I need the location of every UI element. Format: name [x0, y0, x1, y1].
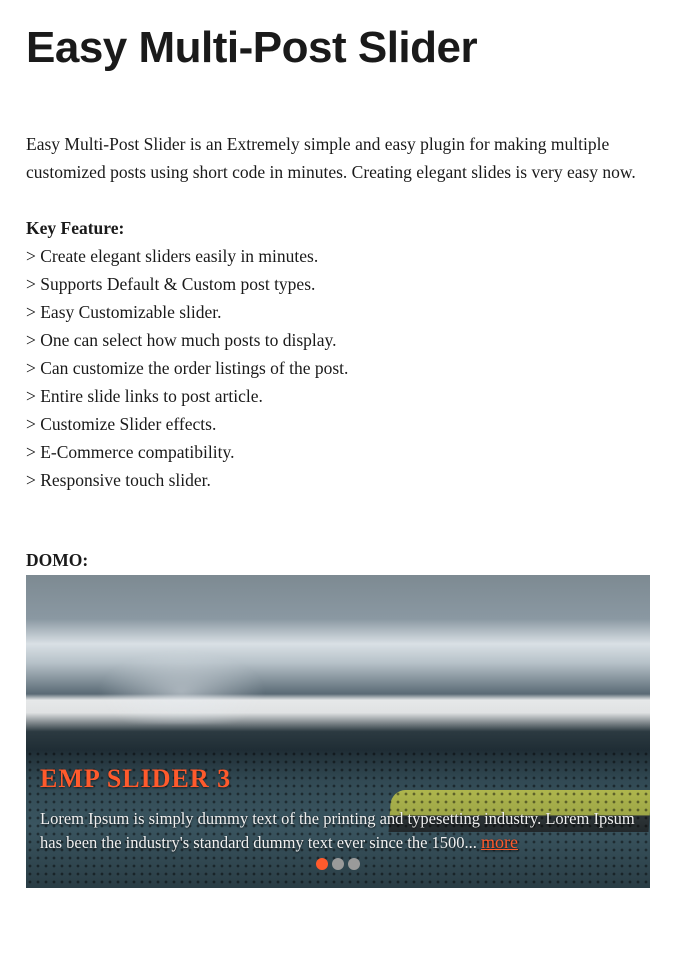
feature-item: > Create elegant sliders easily in minut…: [26, 242, 649, 270]
feature-item: > Entire slide links to post article.: [26, 382, 649, 410]
feature-item: > E-Commerce compatibility.: [26, 438, 649, 466]
slider-dot[interactable]: [348, 858, 360, 870]
feature-item: > Supports Default & Custom post types.: [26, 270, 649, 298]
slider-dots: [316, 858, 360, 870]
slide-description: Lorem Ipsum is simply dummy text of the …: [40, 808, 636, 855]
slide-title[interactable]: EMP SLIDER 3: [40, 764, 636, 794]
slider[interactable]: EMP SLIDER 3 Lorem Ipsum is simply dummy…: [26, 575, 650, 888]
feature-item: > Easy Customizable slider.: [26, 298, 649, 326]
feature-item: > Responsive touch slider.: [26, 466, 649, 494]
slide-description-text: Lorem Ipsum is simply dummy text of the …: [40, 809, 635, 852]
more-link[interactable]: more: [481, 832, 518, 852]
key-feature-label: Key Feature:: [26, 214, 649, 242]
feature-item: > One can select how much posts to displ…: [26, 326, 649, 354]
slider-dot[interactable]: [332, 858, 344, 870]
slider-dot[interactable]: [316, 858, 328, 870]
intro-paragraph: Easy Multi-Post Slider is an Extremely s…: [26, 130, 649, 186]
page-title: Easy Multi-Post Slider: [26, 24, 649, 72]
feature-item: > Can customize the order listings of th…: [26, 354, 649, 382]
feature-item: > Customize Slider effects.: [26, 410, 649, 438]
feature-list: > Create elegant sliders easily in minut…: [26, 242, 649, 494]
demo-label: DOMO:: [26, 550, 649, 571]
